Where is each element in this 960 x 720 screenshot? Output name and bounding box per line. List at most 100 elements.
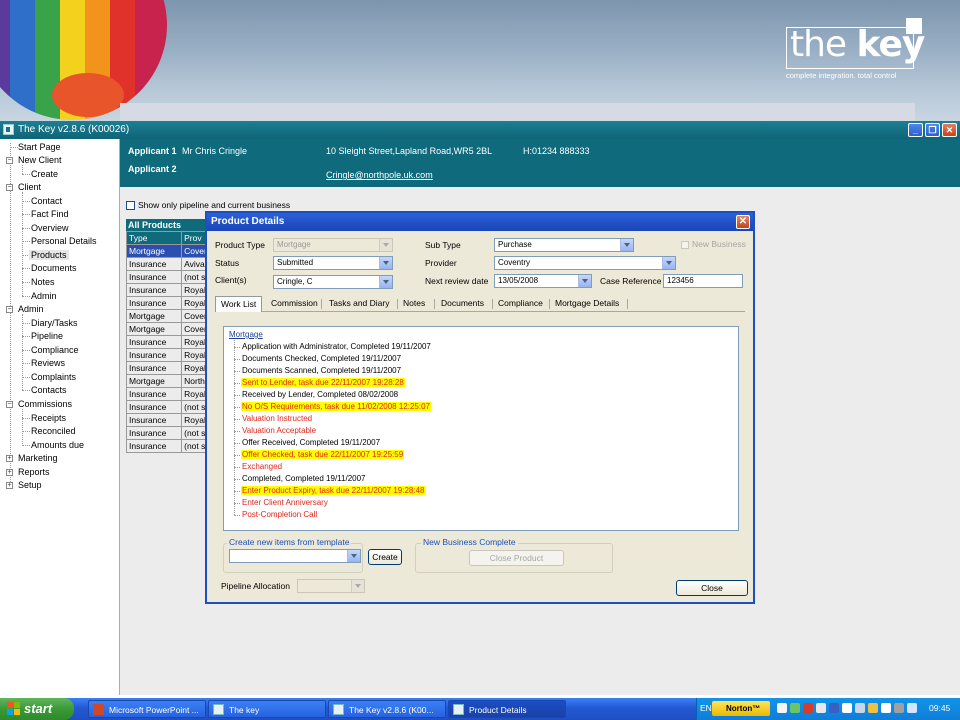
minimize-button[interactable]: _ xyxy=(908,123,923,137)
worklist-item[interactable]: Received by Lender, Completed 08/02/2008 xyxy=(241,390,399,399)
tab-commission[interactable]: Commission xyxy=(271,298,318,308)
worklist-item[interactable]: Offer Checked, task due 22/11/2007 19:25… xyxy=(241,450,405,459)
table-row[interactable]: Insurance (not s xyxy=(125,400,210,414)
tab-notes[interactable]: Notes xyxy=(403,298,425,308)
worklist-item[interactable]: Enter Product Expiry, task due 22/11/200… xyxy=(241,486,426,495)
pipeline-filter[interactable]: Show only pipeline and current business xyxy=(126,200,290,211)
nav-notes[interactable]: Notes xyxy=(31,277,55,287)
nav-personal-details[interactable]: Personal Details xyxy=(31,236,97,246)
table-row[interactable]: Insurance Aviva xyxy=(125,257,210,271)
nav-client[interactable]: Client xyxy=(18,182,41,192)
applicant-email-link[interactable]: Cringle@northpole.uk.com xyxy=(326,170,433,180)
provider-select[interactable]: Coventry xyxy=(494,256,676,270)
nav-reviews[interactable]: Reviews xyxy=(31,358,65,368)
col-type-header[interactable]: Type xyxy=(125,231,183,245)
nav-overview[interactable]: Overview xyxy=(31,223,69,233)
tray-icon[interactable] xyxy=(881,703,891,713)
expand-icon[interactable]: + xyxy=(6,455,13,462)
table-row[interactable]: Insurance Royal xyxy=(125,361,210,375)
nav-contact[interactable]: Contact xyxy=(31,196,62,206)
start-button[interactable]: start xyxy=(0,698,74,720)
tray-icon[interactable] xyxy=(855,703,865,713)
tray-icon[interactable] xyxy=(790,703,800,713)
nav-reconciled[interactable]: Reconciled xyxy=(31,426,76,436)
table-row[interactable]: Mortgage Cover xyxy=(125,322,210,336)
tray-icon[interactable] xyxy=(907,703,917,713)
nav-commissions[interactable]: Commissions xyxy=(18,399,72,409)
expand-icon[interactable]: + xyxy=(6,469,13,476)
table-row[interactable]: Insurance Royal xyxy=(125,296,210,310)
table-row[interactable]: Insurance (not s xyxy=(125,439,210,453)
nav-pipeline[interactable]: Pipeline xyxy=(31,331,63,341)
collapse-icon[interactable]: − xyxy=(6,184,13,191)
tab-documents[interactable]: Documents xyxy=(441,298,484,308)
norton-icon[interactable]: Norton™ xyxy=(712,701,770,716)
nav-reports[interactable]: Reports xyxy=(18,467,50,477)
worklist-item[interactable]: Enter Client Anniversary xyxy=(241,498,329,507)
tab-tasks-and-diary[interactable]: Tasks and Diary xyxy=(329,298,389,308)
worklist-root[interactable]: Mortgage xyxy=(228,330,264,339)
product-type-select[interactable]: Mortgage xyxy=(273,238,393,252)
nav-diary-tasks[interactable]: Diary/Tasks xyxy=(31,318,78,328)
review-date-picker[interactable]: 13/05/2008 xyxy=(494,274,592,288)
table-row[interactable]: Insurance Royal xyxy=(125,283,210,297)
worklist-item[interactable]: Valuation Instructed xyxy=(241,414,313,423)
worklist-item[interactable]: Post-Completion Call xyxy=(241,510,318,519)
nav-products[interactable]: Products xyxy=(29,250,69,260)
expand-icon[interactable]: + xyxy=(6,482,13,489)
case-ref-input[interactable]: 123456 xyxy=(663,274,743,288)
taskbar-the-key[interactable]: The key xyxy=(208,700,326,718)
worklist-item[interactable]: Exchanged xyxy=(241,462,283,471)
restore-button[interactable]: ❐ xyxy=(925,123,940,137)
nav-create[interactable]: Create xyxy=(31,169,58,179)
table-row[interactable]: Insurance Royal xyxy=(125,413,210,427)
worklist-item[interactable]: Offer Received, Completed 19/11/2007 xyxy=(241,438,381,447)
tray-icon[interactable] xyxy=(803,703,813,713)
worklist-item[interactable]: Documents Scanned, Completed 19/11/2007 xyxy=(241,366,402,375)
worklist-item[interactable]: Documents Checked, Completed 19/11/2007 xyxy=(241,354,402,363)
table-row[interactable]: Mortgage North xyxy=(125,374,210,388)
tray-icon[interactable] xyxy=(868,703,878,713)
table-row[interactable]: Insurance (not s xyxy=(125,270,210,284)
taskbar-product-details[interactable]: Product Details xyxy=(448,700,566,718)
close-window-button[interactable]: ✕ xyxy=(942,123,957,137)
table-row[interactable]: Mortgage Cover xyxy=(125,244,210,258)
taskbar-powerpoint[interactable]: Microsoft PowerPoint ... xyxy=(88,700,206,718)
table-row[interactable]: Mortgage Cover xyxy=(125,309,210,323)
clients-select[interactable]: Cringle, C xyxy=(273,275,393,289)
tray-icon[interactable] xyxy=(829,703,839,713)
status-select[interactable]: Submitted xyxy=(273,256,393,270)
pipeline-checkbox[interactable] xyxy=(126,201,135,211)
worklist-item[interactable]: Completed, Completed 19/11/2007 xyxy=(241,474,367,483)
worklist-item[interactable]: Valuation Acceptable xyxy=(241,426,317,435)
nav-fact-find[interactable]: Fact Find xyxy=(31,209,69,219)
collapse-icon[interactable]: − xyxy=(6,306,13,313)
close-product-button[interactable]: Close Product xyxy=(469,550,564,566)
template-select[interactable] xyxy=(229,549,361,563)
worklist-item[interactable]: Application with Administrator, Complete… xyxy=(241,342,432,351)
new-business-checkbox[interactable]: New Business xyxy=(681,239,746,249)
table-row[interactable]: Insurance Royal xyxy=(125,348,210,362)
tab-compliance[interactable]: Compliance xyxy=(498,298,543,308)
table-row[interactable]: Insurance Royal xyxy=(125,387,210,401)
nav-amounts-due[interactable]: Amounts due xyxy=(31,440,84,450)
nav-complaints[interactable]: Complaints xyxy=(31,372,76,382)
nav-client-admin[interactable]: Admin xyxy=(31,291,57,301)
nav-setup[interactable]: Setup xyxy=(18,480,42,490)
tray-icon[interactable] xyxy=(816,703,826,713)
tray-icon[interactable] xyxy=(842,703,852,713)
worklist-item[interactable]: Sent to Lender, task due 22/11/2007 19:2… xyxy=(241,378,405,387)
collapse-icon[interactable]: − xyxy=(6,157,13,164)
tray-icon[interactable] xyxy=(777,703,787,713)
nav-new-client[interactable]: New Client xyxy=(18,155,62,165)
nav-receipts[interactable]: Receipts xyxy=(31,413,66,423)
tray-icon[interactable] xyxy=(894,703,904,713)
sub-type-select[interactable]: Purchase xyxy=(494,238,634,252)
nav-contacts[interactable]: Contacts xyxy=(31,385,67,395)
nav-marketing[interactable]: Marketing xyxy=(18,453,58,463)
dialog-close-button[interactable]: Close xyxy=(676,580,748,596)
nav-admin[interactable]: Admin xyxy=(18,304,44,314)
table-row[interactable]: Insurance Royal xyxy=(125,335,210,349)
nav-documents[interactable]: Documents xyxy=(31,263,77,273)
nav-start-page[interactable]: Start Page xyxy=(18,142,61,152)
